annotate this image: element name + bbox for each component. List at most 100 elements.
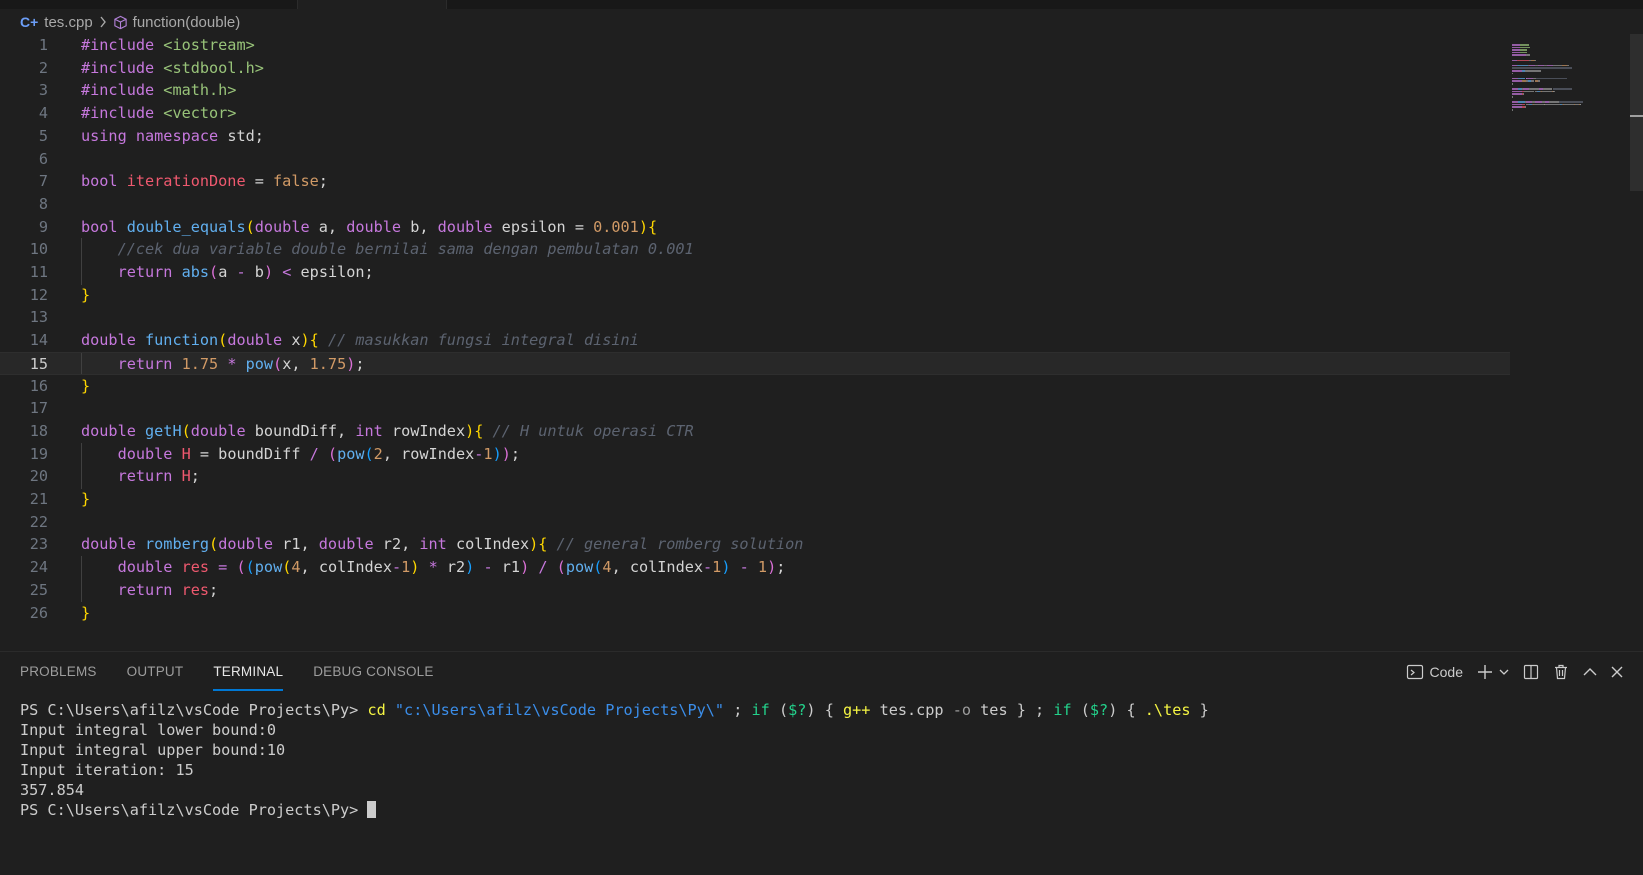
code-token: abs xyxy=(181,263,210,281)
code-line[interactable]: 19 double H = boundDiff / (pow(2, rowInd… xyxy=(0,442,1510,467)
code-line[interactable]: 3 #include <math.h> xyxy=(0,79,1510,103)
code-line[interactable]: 25 return res; xyxy=(0,578,1510,603)
code-token: ( xyxy=(364,444,374,463)
trash-icon[interactable] xyxy=(1553,664,1569,680)
tab-output[interactable]: OUTPUT xyxy=(127,652,184,692)
code-token: <vector> xyxy=(163,104,237,123)
code-token: iterationDone xyxy=(126,172,255,191)
code-token: H xyxy=(181,444,200,463)
code-line[interactable]: 11 return abs(a - b) < epsilon; xyxy=(0,261,1510,285)
terminal-line: Input integral upper bound:10 xyxy=(20,740,1620,760)
line-number: 26 xyxy=(29,603,48,622)
code-text: } xyxy=(81,375,90,399)
tab-debug-console[interactable]: DEBUG CONSOLE xyxy=(313,652,433,692)
breadcrumb-symbol[interactable]: function(double) xyxy=(133,14,241,31)
code-token: rowIndex xyxy=(391,421,466,440)
code-token: ){ xyxy=(529,535,557,554)
terminal-output[interactable]: PS C:\Users\afilz\vsCode Projects\Py> cd… xyxy=(20,700,1620,820)
tab-terminal[interactable]: TERMINAL xyxy=(213,652,284,692)
code-line[interactable]: 15 return 1.75 * pow(x, 1.75); xyxy=(0,351,1510,376)
code-token: ( xyxy=(209,263,219,281)
code-line[interactable]: 22 xyxy=(0,511,1510,535)
new-terminal-button[interactable] xyxy=(1477,664,1509,680)
code-line[interactable]: 24 double res = ((pow(4, colIndex-1) * r… xyxy=(0,556,1510,580)
terminal-token: Input integral lower bound:0 xyxy=(20,721,277,739)
code-token: ) xyxy=(410,558,429,577)
split-icon[interactable] xyxy=(1523,664,1539,680)
code-line[interactable]: 17 xyxy=(0,397,1510,421)
minimap-line xyxy=(1517,54,1527,56)
code-token: double_equals xyxy=(126,217,246,236)
code-token: ; xyxy=(318,172,328,191)
minimap-line xyxy=(1522,93,1524,95)
terminal-token: g++ xyxy=(842,701,880,719)
code-text: } xyxy=(81,602,90,626)
scrollbar-cursor-marker xyxy=(1630,115,1643,117)
code-token: ( xyxy=(218,331,228,350)
code-line[interactable]: 12} xyxy=(0,284,1510,308)
line-number: 13 xyxy=(29,308,48,327)
code-token: a, xyxy=(318,217,347,236)
terminal-profile-button[interactable]: Code xyxy=(1406,663,1463,681)
code-text: double function(double x){ // masukkan f… xyxy=(81,329,639,353)
code-token: x xyxy=(291,331,301,350)
code-token: double xyxy=(227,331,292,350)
code-line[interactable]: 26} xyxy=(0,602,1510,626)
code-line[interactable]: 9 bool double_equals(double a, double b, … xyxy=(0,216,1510,240)
code-line[interactable]: 20 return H; xyxy=(0,465,1510,489)
minimap-line xyxy=(1535,59,1537,62)
code-token: 0.001 xyxy=(593,217,639,236)
code-token: pow xyxy=(245,354,274,373)
line-number: 9 xyxy=(38,217,48,236)
minimap-line xyxy=(1564,103,1574,106)
minimap-line xyxy=(1520,49,1528,51)
code-token: <stdbool.h> xyxy=(163,58,264,77)
chevron-down-icon[interactable] xyxy=(1499,668,1509,676)
code-line[interactable]: 13 xyxy=(0,306,1510,330)
close-icon[interactable] xyxy=(1611,666,1623,678)
code-line[interactable]: 2 #include <stdbool.h> xyxy=(0,57,1510,81)
chevron-up-icon[interactable] xyxy=(1583,667,1597,677)
code-text: bool double_equals(double a, double b, d… xyxy=(81,216,657,240)
code-line[interactable]: 8 xyxy=(0,193,1510,217)
code-token: getH xyxy=(145,421,182,440)
code-editor[interactable]: 1 #include <iostream> 2 #include <stdbool.h… xyxy=(0,34,1643,651)
panel-actions: Code xyxy=(1406,652,1623,692)
code-line[interactable]: 18 double getH(double boundDiff, int rowI… xyxy=(0,420,1510,444)
minimap[interactable] xyxy=(1512,34,1630,194)
code-line[interactable]: 14 double function(double x){ // masukkan… xyxy=(0,329,1510,353)
code-line[interactable]: 21} xyxy=(0,488,1510,512)
code-token: //cek dua variable double bernilai sama … xyxy=(81,240,694,259)
code-text: #include <iostream> xyxy=(81,34,255,58)
editor-scrollbar[interactable] xyxy=(1630,34,1643,191)
minimap-line xyxy=(1512,72,1513,75)
code-line[interactable]: 10 //cek dua variable double bernilai sa… xyxy=(0,238,1510,262)
code-text: double res = ((pow(4, colIndex-1) * r2) … xyxy=(81,556,786,580)
code-token: res xyxy=(181,580,210,599)
code-token: double xyxy=(81,331,146,350)
code-token: double xyxy=(254,217,319,236)
code-line[interactable]: 6 xyxy=(0,148,1510,172)
code-token: ) xyxy=(492,444,502,463)
terminal-token: "c:\Users\afilz\vsCode Projects\Py\" xyxy=(394,701,725,719)
code-line[interactable]: 16} xyxy=(0,375,1510,399)
code-line[interactable]: 7 bool iterationDone = false; xyxy=(0,170,1510,194)
code-token: double xyxy=(81,444,182,463)
code-token: ; xyxy=(510,444,521,463)
line-number: 19 xyxy=(29,444,48,463)
code-token: bool xyxy=(81,172,127,191)
editor-tab[interactable] xyxy=(297,0,447,9)
code-line[interactable]: 5 using namespace std; xyxy=(0,125,1510,149)
code-line[interactable]: 23 double romberg(double r1, double r2, i… xyxy=(0,533,1510,557)
line-number: 15 xyxy=(29,354,48,373)
minimap-line xyxy=(1553,64,1563,67)
minimap-line xyxy=(1580,103,1582,106)
tab-problems[interactable]: PROBLEMS xyxy=(20,652,97,692)
code-token: 1 xyxy=(757,558,768,577)
code-line[interactable]: 4 #include <vector> xyxy=(0,102,1510,126)
code-line[interactable]: 1 #include <iostream> xyxy=(0,34,1510,58)
breadcrumb-file[interactable]: tes.cpp xyxy=(44,14,92,31)
code-token: ) xyxy=(346,354,356,373)
line-number: 14 xyxy=(29,331,48,350)
minimap-line xyxy=(1512,103,1522,106)
